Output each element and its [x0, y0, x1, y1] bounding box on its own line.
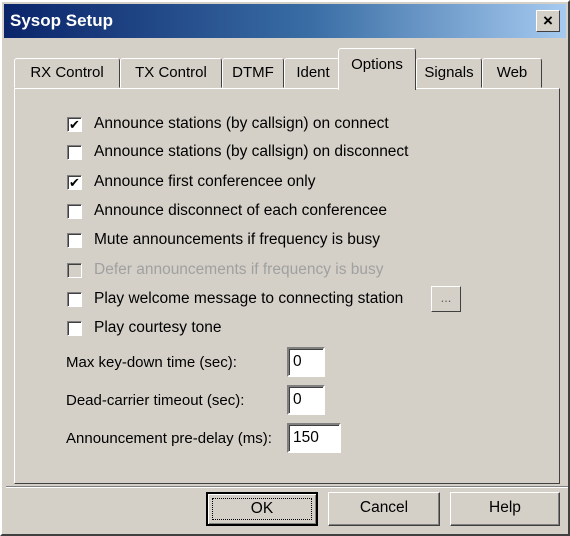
checkbox-box[interactable]: [67, 144, 82, 160]
checkbox-label: Announce stations (by callsign) on disco…: [94, 143, 409, 160]
checkbox-label: Defer announcements if frequency is busy: [94, 261, 384, 278]
checkbox-disconnect-each[interactable]: Announce disconnect of each conferencee: [67, 200, 387, 222]
checkbox-label: Announce stations (by callsign) on conne…: [94, 115, 389, 132]
tab-rx-control[interactable]: RX Control: [14, 58, 120, 88]
checkbox-courtesy-tone[interactable]: Play courtesy tone: [67, 317, 222, 339]
checkbox-first-conferencee[interactable]: ✔ Announce first conferencee only: [67, 171, 315, 193]
dead-carrier-input[interactable]: 0: [287, 385, 325, 415]
tab-ident[interactable]: Ident: [284, 58, 342, 88]
tab-signals[interactable]: Signals: [416, 58, 482, 88]
checkbox-label: Announce first conferencee only: [94, 173, 316, 190]
checkbox-defer-busy: Defer announcements if frequency is busy: [67, 259, 384, 281]
checkbox-label: Play welcome message to connecting stati…: [94, 290, 404, 307]
dead-carrier-label: Dead-carrier timeout (sec):: [66, 392, 245, 409]
checkbox-label: Mute announcements if frequency is busy: [94, 231, 381, 248]
pre-delay-label: Announcement pre-delay (ms):: [66, 430, 272, 447]
help-button[interactable]: Help: [450, 492, 560, 526]
cancel-button[interactable]: Cancel: [328, 492, 440, 526]
title-bar[interactable]: Sysop Setup ×: [4, 4, 566, 38]
tab-dtmf[interactable]: DTMF: [222, 58, 284, 88]
pre-delay-input[interactable]: 150: [287, 423, 341, 453]
checkbox-announce-disconnect[interactable]: Announce stations (by callsign) on disco…: [67, 141, 409, 163]
checkbox-label: Play courtesy tone: [94, 319, 222, 336]
checkbox-box: [67, 262, 82, 278]
close-button[interactable]: ×: [536, 10, 560, 32]
browse-welcome-button[interactable]: ...: [431, 286, 461, 312]
checkbox-label: Announce disconnect of each conferencee: [94, 202, 387, 219]
max-keydown-input[interactable]: 0: [287, 347, 325, 377]
dialog-window: Sysop Setup × RX Control TX Control DTMF…: [0, 0, 570, 536]
checkbox-box[interactable]: [67, 232, 82, 248]
checkbox-welcome-message[interactable]: Play welcome message to connecting stati…: [67, 288, 403, 310]
tab-tx-control[interactable]: TX Control: [120, 58, 222, 88]
button-separator: [6, 486, 568, 488]
tab-strip: RX Control TX Control DTMF Ident Options…: [14, 46, 554, 90]
options-panel: ✔ Announce stations (by callsign) on con…: [14, 88, 560, 484]
checkbox-box[interactable]: [67, 320, 82, 336]
checkbox-box[interactable]: [67, 203, 82, 219]
checkbox-mute-busy[interactable]: Mute announcements if frequency is busy: [67, 229, 380, 251]
focus-rect: [212, 498, 312, 520]
tab-options[interactable]: Options: [338, 48, 416, 90]
checkbox-box[interactable]: [67, 291, 82, 307]
checkbox-box[interactable]: ✔: [67, 174, 82, 190]
close-icon: ×: [543, 11, 553, 30]
window-title: Sysop Setup: [10, 11, 113, 30]
tab-web[interactable]: Web: [482, 58, 542, 88]
max-keydown-label: Max key-down time (sec):: [66, 354, 237, 371]
checkbox-announce-connect[interactable]: ✔ Announce stations (by callsign) on con…: [67, 113, 389, 135]
ok-button[interactable]: OK: [206, 492, 318, 526]
checkbox-box[interactable]: ✔: [67, 116, 82, 132]
